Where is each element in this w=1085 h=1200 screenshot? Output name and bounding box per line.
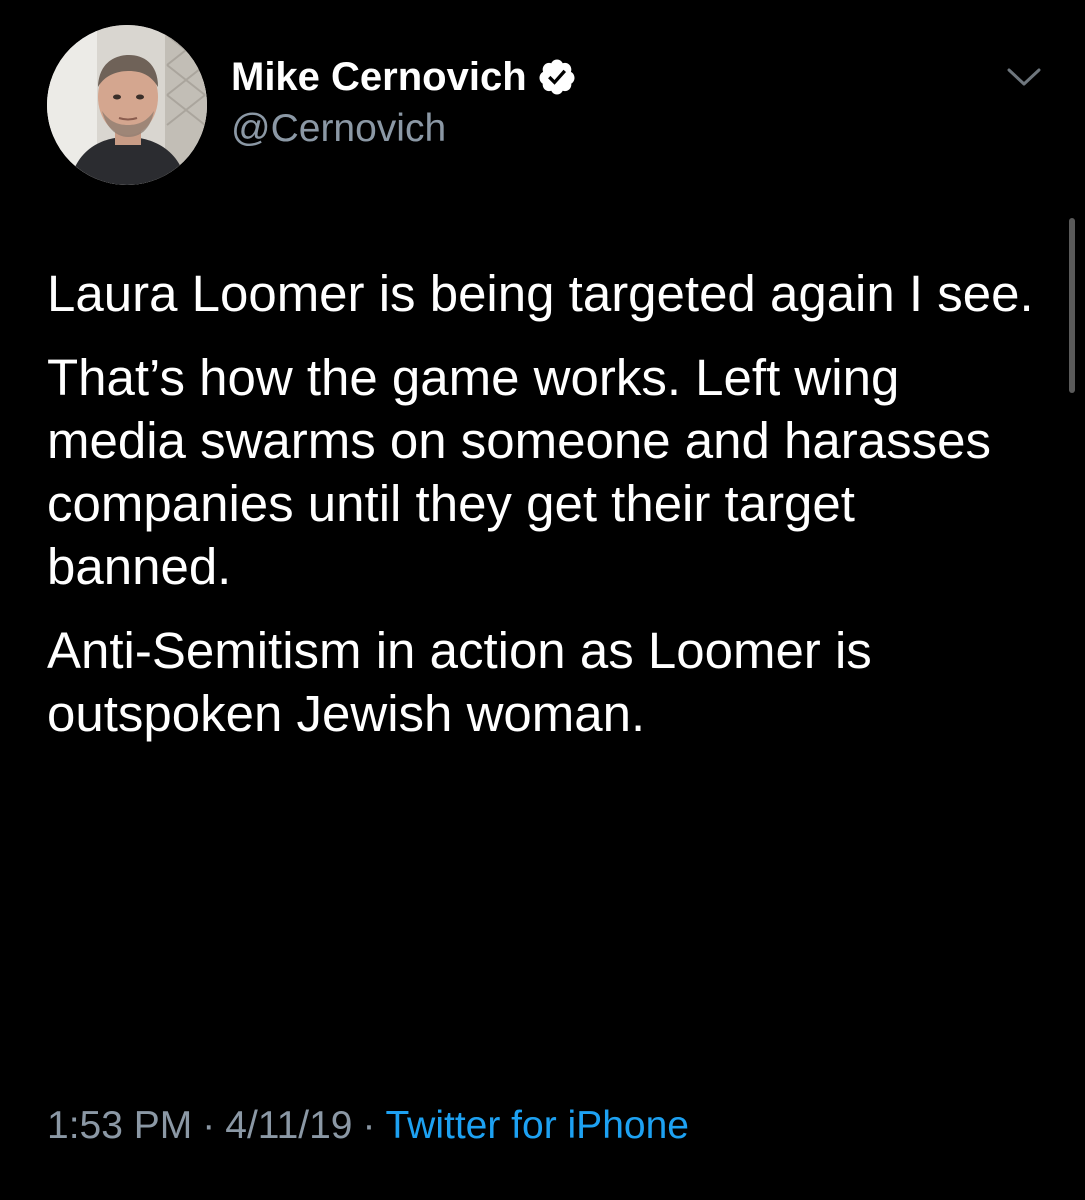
avatar[interactable] <box>47 25 207 185</box>
verified-badge-icon <box>537 57 577 97</box>
tweet-source-link[interactable]: Twitter for iPhone <box>385 1104 688 1147</box>
tweet-paragraph: Laura Loomer is being targeted again I s… <box>47 265 1034 322</box>
separator: · <box>202 1104 216 1147</box>
avatar-image <box>47 25 207 185</box>
author-handle[interactable]: @Cernovich <box>231 107 577 151</box>
tweet-paragraph: Anti-Semitism in action as Loomer is out… <box>47 622 872 742</box>
author-names: Mike Cernovich @Cernovich <box>231 53 577 151</box>
tweet: Mike Cernovich @Cernovich Laura Loomer i… <box>0 0 1085 1200</box>
tweet-metadata: 1:53 PM · 4/11/19 · Twitter for iPhone <box>47 1104 689 1148</box>
tweet-time[interactable]: 1:53 PM <box>47 1104 192 1147</box>
tweet-text: Laura Loomer is being targeted again I s… <box>47 262 1047 766</box>
separator: · <box>362 1104 376 1147</box>
scrollbar[interactable] <box>1069 218 1075 393</box>
display-name-row: Mike Cernovich <box>231 53 577 101</box>
chevron-down-icon[interactable] <box>1004 62 1044 92</box>
tweet-header: Mike Cernovich @Cernovich <box>47 25 1047 190</box>
display-name[interactable]: Mike Cernovich <box>231 55 527 100</box>
tweet-date[interactable]: 4/11/19 <box>225 1104 352 1147</box>
tweet-paragraph: That’s how the game works. Left wing med… <box>47 349 991 595</box>
